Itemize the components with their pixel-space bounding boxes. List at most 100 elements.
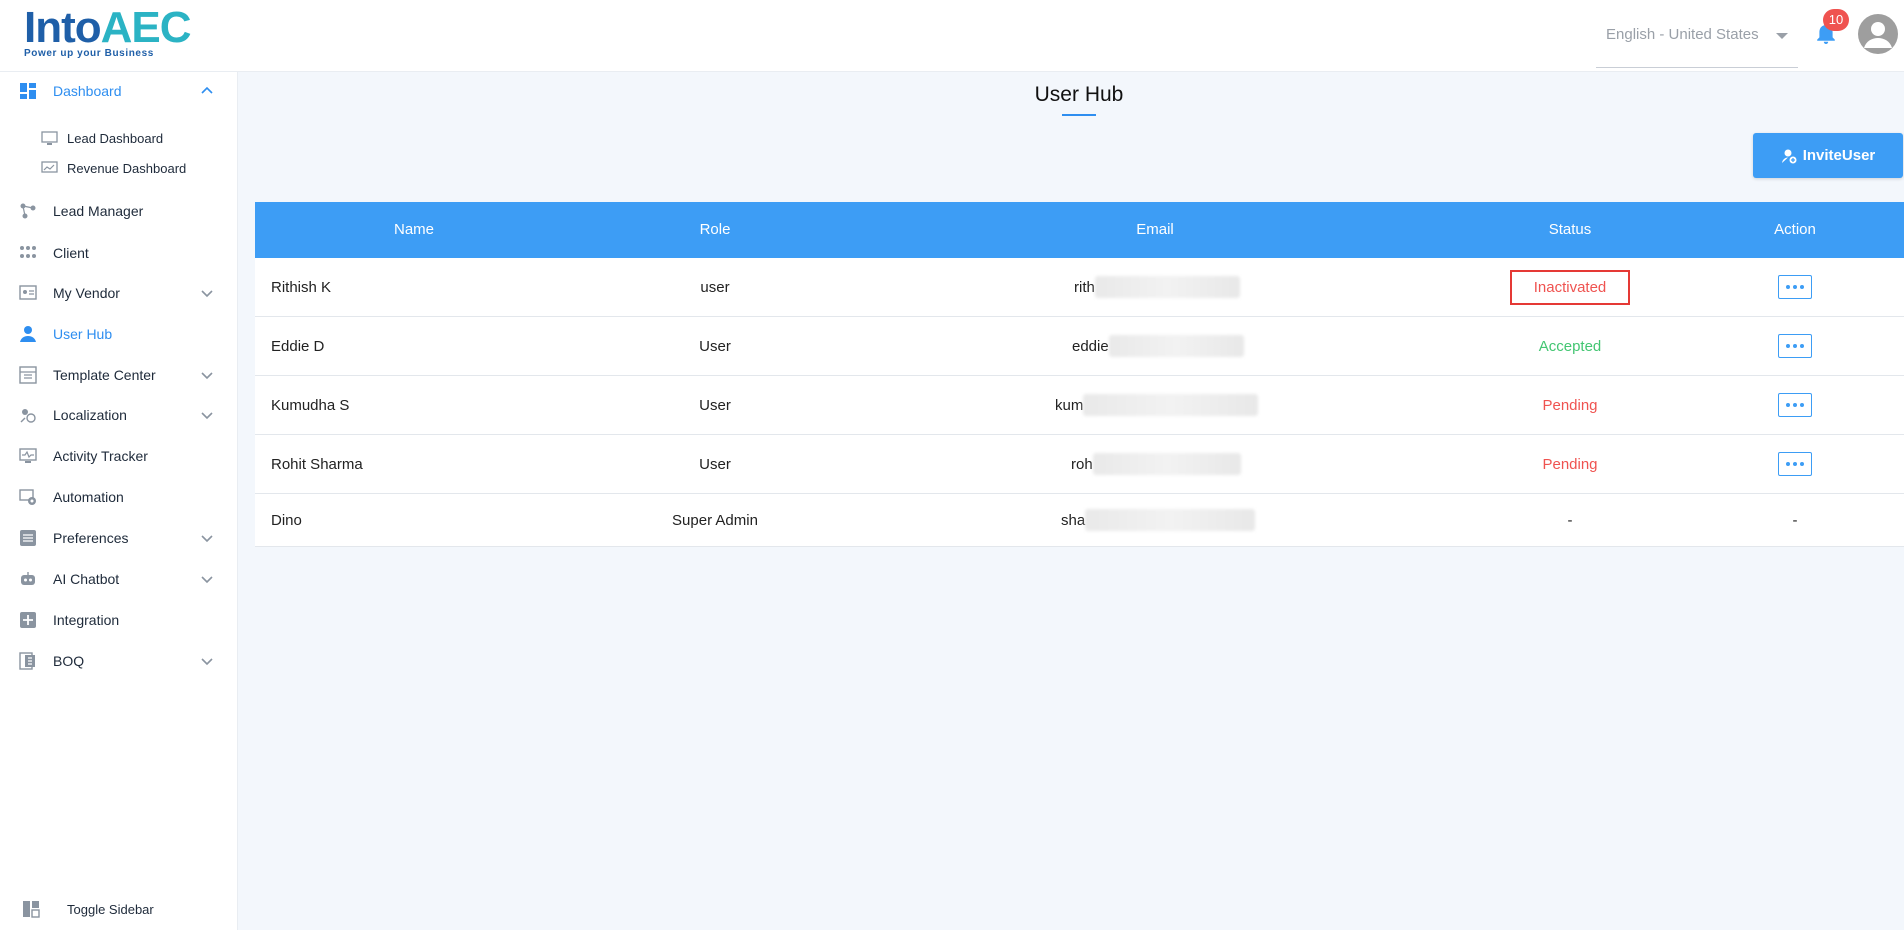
sidebar-item-label: Revenue Dashboard	[67, 160, 187, 176]
user-name: Dino	[271, 511, 302, 529]
chevron-down-icon	[201, 290, 213, 298]
user-role: User	[699, 396, 731, 414]
table-row: Rohit Sharma User roh Pending	[255, 435, 1904, 494]
chevron-down-icon	[201, 372, 213, 380]
user-email-cell: eddie	[1072, 317, 1244, 375]
user-email: roh	[1071, 455, 1093, 473]
sidebar-item-preferences[interactable]: Preferences	[0, 521, 238, 555]
logo-tagline: Power up your Business	[24, 48, 154, 59]
column-header-email[interactable]: Email	[1115, 202, 1195, 258]
user-action: -	[1792, 511, 1798, 529]
sidebar-item-label: Lead Dashboard	[67, 130, 164, 146]
column-header-status[interactable]: Status	[1525, 202, 1615, 258]
table-row: Kumudha S User kum Pending	[255, 376, 1904, 435]
sidebar-item-template-center[interactable]: Template Center	[0, 358, 238, 392]
sidebar-item-automation[interactable]: Automation	[0, 480, 238, 514]
sidebar-item-localization[interactable]: Localization	[0, 398, 238, 432]
add-user-icon	[1781, 149, 1797, 163]
row-actions-button[interactable]	[1778, 334, 1812, 358]
user-status: Inactivated	[1509, 269, 1631, 305]
activity-icon	[19, 448, 37, 463]
caret-down-icon	[1776, 33, 1788, 39]
user-avatar[interactable]	[1858, 14, 1898, 54]
user-role: User	[699, 337, 731, 355]
revenue-chart-icon	[41, 160, 58, 173]
sidebar-item-label: User Hub	[53, 326, 113, 342]
notification-badge: 10	[1823, 9, 1849, 31]
user-email: rith	[1074, 278, 1095, 296]
sidebar-item-revenue-dashboard[interactable]: Revenue Dashboard	[0, 154, 238, 182]
row-actions-button[interactable]	[1778, 275, 1812, 299]
sidebar-item-label: Localization	[53, 407, 127, 423]
logo-text-aec: AEC	[100, 3, 192, 52]
preferences-icon	[20, 530, 36, 546]
toggle-sidebar-label: Toggle Sidebar	[67, 901, 154, 917]
chevron-down-icon	[201, 658, 213, 666]
sidebar-item-label: BOQ	[53, 653, 85, 669]
top-header: Into AEC Power up your Business English -…	[0, 0, 1904, 72]
person-icon	[1864, 22, 1892, 48]
user-email-cell: sha	[1061, 494, 1256, 546]
user-email: kum	[1055, 396, 1084, 414]
user-email-cell: rith	[1074, 258, 1240, 316]
sidebar-item-activity-tracker[interactable]: Activity Tracker	[0, 439, 238, 473]
sidebar-item-my-vendor[interactable]: My Vendor	[0, 276, 238, 310]
row-actions-button[interactable]	[1778, 393, 1812, 417]
user-name: Rithish K	[271, 278, 332, 296]
sidebar-item-client[interactable]: Client	[0, 236, 238, 270]
sidebar-item-user-hub[interactable]: User Hub	[0, 317, 238, 351]
sidebar-item-label: Automation	[53, 489, 124, 505]
logo-text-into: Into	[24, 3, 102, 52]
sidebar-item-boq[interactable]: BOQ	[0, 644, 238, 678]
sidebar: Dashboard Lead Dashboard Revenue Dashboa…	[0, 72, 238, 930]
users-group-icon	[20, 246, 36, 258]
user-email-cell: kum	[1055, 376, 1259, 434]
sidebar-item-label: AI Chatbot	[53, 571, 120, 587]
intoaec-logo[interactable]: Into AEC Power up your Business	[24, 3, 192, 60]
email-redaction	[1108, 335, 1244, 357]
toggle-sidebar-button[interactable]: Toggle Sidebar	[0, 892, 238, 926]
table-header: Name Role Email Status Action	[255, 202, 1904, 258]
row-actions-button[interactable]	[1778, 452, 1812, 476]
invite-user-label: InviteUser	[1802, 147, 1876, 164]
dashboard-icon	[20, 83, 36, 99]
user-name: Eddie D	[271, 337, 325, 355]
sidebar-item-lead-dashboard[interactable]: Lead Dashboard	[0, 124, 238, 152]
chevron-up-icon	[201, 86, 213, 94]
table-row: Rithish K user rith Inactivated	[255, 258, 1904, 317]
action-cell	[1758, 376, 1832, 434]
user-status: Pending	[1542, 396, 1598, 414]
user-name: Rohit Sharma	[271, 455, 363, 473]
user-status: Accepted	[1538, 337, 1602, 355]
sidebar-layout-icon	[23, 901, 40, 918]
sidebar-item-label: Client	[53, 245, 89, 261]
title-underline	[1062, 114, 1096, 116]
sidebar-item-label: Dashboard	[53, 83, 122, 99]
table-row: Dino Super Admin sha - -	[255, 494, 1904, 547]
action-cell	[1758, 435, 1832, 493]
sidebar-item-lead-manager[interactable]: Lead Manager	[0, 194, 238, 228]
chevron-down-icon	[201, 576, 213, 584]
email-redaction	[1085, 509, 1256, 531]
action-cell	[1758, 258, 1832, 316]
language-select[interactable]: English - United States	[1596, 20, 1798, 68]
sidebar-item-label: My Vendor	[53, 285, 120, 301]
invite-user-button[interactable]: InviteUser	[1753, 133, 1903, 178]
column-header-name[interactable]: Name	[392, 202, 436, 258]
user-role: user	[700, 278, 730, 296]
sidebar-item-integration[interactable]: Integration	[0, 603, 238, 637]
table-row: Eddie D User eddie Accepted	[255, 317, 1904, 376]
chatbot-icon	[21, 572, 35, 585]
user-email-cell: roh	[1071, 435, 1241, 493]
user-icon	[20, 326, 36, 342]
user-status: Pending	[1542, 455, 1598, 473]
column-header-action[interactable]: Action	[1755, 202, 1835, 258]
column-header-role[interactable]: Role	[685, 202, 745, 258]
automation-icon	[19, 489, 36, 505]
monitor-icon	[41, 130, 58, 145]
chevron-down-icon	[201, 412, 213, 420]
sidebar-item-dashboard[interactable]: Dashboard	[0, 74, 238, 108]
sidebar-item-ai-chatbot[interactable]: AI Chatbot	[0, 562, 238, 596]
page-title: User Hub	[1034, 83, 1124, 106]
user-status-cell: Inactivated	[1500, 258, 1640, 316]
